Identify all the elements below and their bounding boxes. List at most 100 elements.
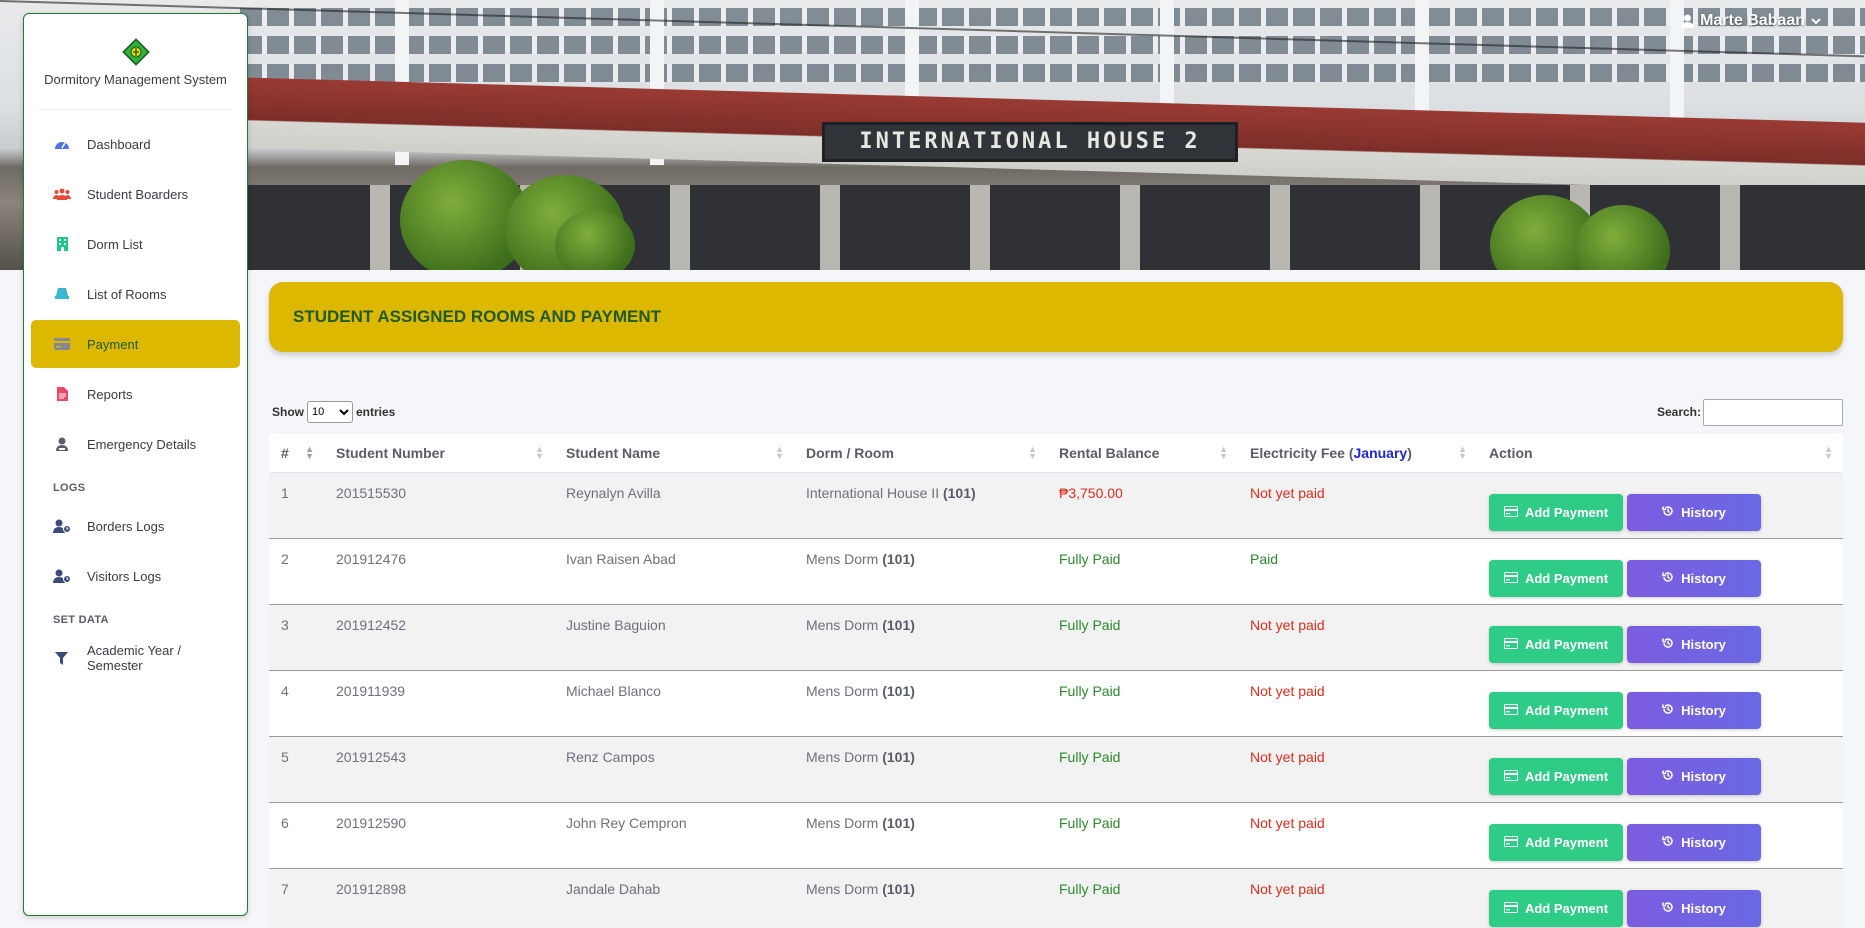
column-header-dorm-room[interactable]: Dorm / Room ▲ ▼: [794, 434, 1047, 473]
cell-student-number: 201912898: [336, 880, 407, 897]
sidebar-item-student-boarders[interactable]: Student Boarders: [31, 170, 240, 218]
add-payment-button[interactable]: Add Payment: [1489, 559, 1623, 597]
sidebar-nav-logs: Borders Logs Visitors Logs: [24, 502, 247, 600]
user-clock-icon: [53, 517, 71, 535]
table-row: 6 201912590 John Rey Cempron Mens Dorm (…: [269, 802, 1843, 868]
sidebar-item-reports[interactable]: Reports: [31, 370, 240, 418]
history-button[interactable]: History: [1627, 493, 1761, 531]
cell-student-number: 201515530: [336, 484, 407, 501]
header-building-photo: INTERNATIONAL HOUSE 2: [0, 0, 1865, 270]
cell-electricity-fee: Not yet paid: [1250, 682, 1325, 699]
history-button[interactable]: History: [1627, 889, 1761, 927]
sidebar-item-label: Visitors Logs: [87, 568, 162, 584]
cell-student-number: 201912452: [336, 616, 407, 633]
brand[interactable]: Dormitory Management System: [39, 14, 232, 110]
add-payment-label: Add Payment: [1524, 504, 1609, 520]
history-button[interactable]: History: [1627, 625, 1761, 663]
add-payment-button[interactable]: Add Payment: [1489, 493, 1623, 531]
history-icon: [1662, 703, 1674, 718]
page-length-control: Show 10 entries: [272, 401, 395, 423]
cell-dorm-room: International House II (101): [806, 484, 976, 501]
add-payment-button[interactable]: Add Payment: [1489, 691, 1623, 729]
credit-card-icon: [1503, 703, 1518, 718]
sidebar-item-emergency-details[interactable]: Emergency Details: [31, 420, 240, 468]
sidebar-item-academic-year[interactable]: Academic Year / Semester: [31, 634, 240, 682]
cell-electricity-fee: Not yet paid: [1250, 814, 1325, 831]
history-icon: [1662, 835, 1674, 850]
cell-rental-balance: Fully Paid: [1059, 616, 1121, 633]
history-label: History: [1681, 900, 1726, 916]
sidebar-item-list-of-rooms[interactable]: List of Rooms: [31, 270, 240, 318]
cell-number: 1: [281, 484, 289, 501]
cell-rental-balance: ₱3,750.00: [1059, 484, 1123, 501]
cell-student-name: Justine Baguion: [566, 616, 666, 633]
history-label: History: [1681, 768, 1726, 784]
history-button[interactable]: History: [1627, 757, 1761, 795]
add-payment-button[interactable]: Add Payment: [1489, 889, 1623, 927]
cell-dorm-room: Mens Dorm (101): [806, 550, 915, 567]
search-control: Search:: [1657, 398, 1843, 426]
history-label: History: [1681, 570, 1726, 586]
credit-card-icon: [1503, 505, 1518, 520]
cell-action: Add Payment History: [1477, 538, 1843, 604]
add-payment-button[interactable]: Add Payment: [1489, 757, 1623, 795]
sidebar-nav: Dashboard Student Boarders Dorm List Lis…: [24, 120, 247, 468]
cell-student-name: Ivan Raisen Abad: [566, 550, 676, 567]
cell-number: 5: [281, 748, 289, 765]
sidebar-item-borders-logs[interactable]: Borders Logs: [31, 502, 240, 550]
cell-action: Add Payment History: [1477, 670, 1843, 736]
history-label: History: [1681, 504, 1726, 520]
cell-student-number: 201912543: [336, 748, 407, 765]
cell-student-number: 201912590: [336, 814, 407, 831]
sidebar-item-label: List of Rooms: [87, 286, 167, 302]
add-payment-button[interactable]: Add Payment: [1489, 625, 1623, 663]
sidebar-item-visitors-logs[interactable]: Visitors Logs: [31, 552, 240, 600]
app-title: Dormitory Management System: [44, 72, 227, 87]
history-label: History: [1681, 834, 1726, 850]
history-button[interactable]: History: [1627, 559, 1761, 597]
history-icon: [1662, 637, 1674, 652]
user-menu[interactable]: Marte Babaan: [1681, 12, 1821, 30]
search-input[interactable]: [1703, 398, 1843, 426]
app-logo-icon: [121, 38, 150, 66]
cell-dorm-room: Mens Dorm (101): [806, 814, 915, 831]
history-label: History: [1681, 636, 1726, 652]
cell-student-name: Jandale Dahab: [566, 880, 661, 897]
cell-rental-balance: Fully Paid: [1059, 814, 1121, 831]
column-header-student-name[interactable]: Student Name ▲ ▼: [554, 434, 794, 473]
column-header-number[interactable]: # ▲ ▼: [269, 434, 324, 473]
credit-card-icon: [1503, 769, 1518, 784]
sidebar-item-dashboard[interactable]: Dashboard: [31, 120, 240, 168]
history-button[interactable]: History: [1627, 823, 1761, 861]
credit-card-icon: [1503, 571, 1518, 586]
column-header-rental-balance[interactable]: Rental Balance ▲ ▼: [1047, 434, 1238, 473]
cell-action: Add Payment History: [1477, 802, 1843, 868]
column-header-electricity-fee[interactable]: Electricity Fee (January) ▲ ▼: [1238, 434, 1477, 473]
sidebar-item-dorm-list[interactable]: Dorm List: [31, 220, 240, 268]
cell-action: Add Payment History: [1477, 604, 1843, 670]
credit-card-icon: [1503, 637, 1518, 652]
add-payment-button[interactable]: Add Payment: [1489, 823, 1623, 861]
sidebar-nav-set-data: Academic Year / Semester: [24, 634, 247, 682]
cell-rental-balance: Fully Paid: [1059, 880, 1121, 897]
user-clock-icon: [53, 567, 71, 585]
sidebar-heading-set-data: SET DATA: [53, 614, 109, 626]
column-header-student-number[interactable]: Student Number ▲ ▼: [324, 434, 554, 473]
sort-icon: ▲ ▼: [1824, 444, 1833, 461]
sidebar-item-label: Student Boarders: [87, 186, 189, 202]
cell-student-name: John Rey Cempron: [566, 814, 687, 831]
table-row: 4 201911939 Michael Blanco Mens Dorm (10…: [269, 670, 1843, 736]
table-row: 5 201912543 Renz Campos Mens Dorm (101) …: [269, 736, 1843, 802]
cell-dorm-room: Mens Dorm (101): [806, 682, 915, 699]
sidebar-item-payment[interactable]: Payment: [31, 320, 240, 368]
column-header-action[interactable]: Action ▲ ▼: [1477, 434, 1843, 473]
history-button[interactable]: History: [1627, 691, 1761, 729]
page-length-select[interactable]: 10: [307, 401, 353, 423]
cell-dorm-room: Mens Dorm (101): [806, 748, 915, 765]
sidebar-item-label: Borders Logs: [87, 518, 165, 534]
datatable-controls: Show 10 entries Search:: [272, 398, 1843, 426]
history-label: History: [1681, 702, 1726, 718]
add-payment-label: Add Payment: [1524, 834, 1609, 850]
bed-icon: [53, 285, 71, 303]
payments-table: # ▲ ▼ Student Number ▲ ▼ Student Name ▲ ▼ Dorm…: [269, 434, 1843, 928]
